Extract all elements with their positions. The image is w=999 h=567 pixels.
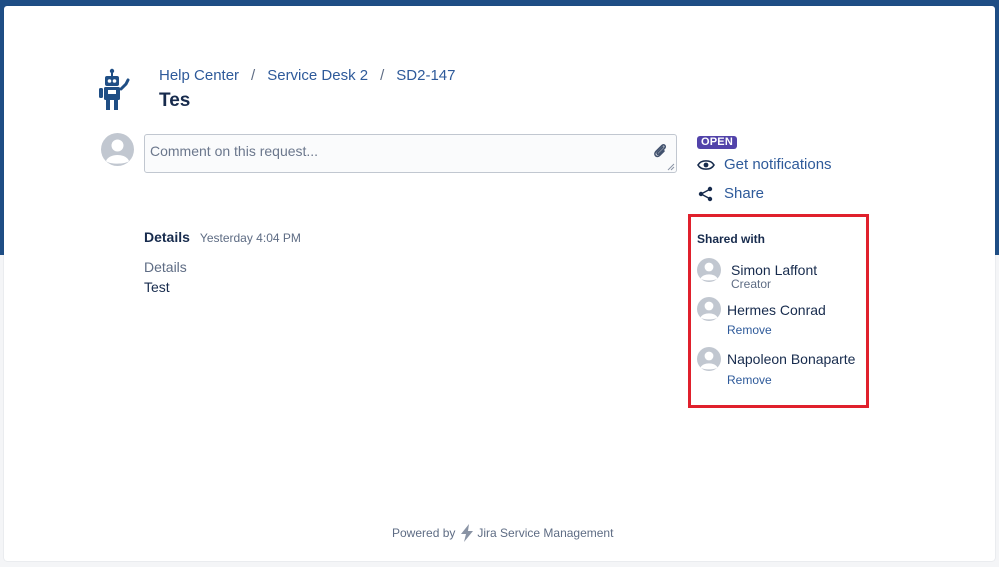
details-header: Details Yesterday 4:04 PM (144, 229, 301, 245)
breadcrumb-separator: / (251, 67, 256, 84)
details-heading: Details (144, 229, 190, 245)
breadcrumb-separator: / (380, 67, 385, 84)
robot-logo-icon (99, 68, 130, 110)
breadcrumb-service-desk[interactable]: Service Desk 2 (267, 67, 368, 84)
remove-person-link[interactable]: Remove (727, 323, 772, 337)
breadcrumb: Help Center / Service Desk 2 / SD2-147 (159, 67, 455, 84)
person-avatar-icon (697, 297, 721, 321)
share-button[interactable]: Share (697, 185, 764, 202)
field-label: Details (144, 259, 187, 275)
share-icon (698, 186, 713, 201)
footer: Powered by Jira Service Management (392, 524, 613, 542)
eye-icon (697, 159, 715, 170)
status-badge: OPEN (697, 136, 737, 149)
get-notifications-label: Get notifications (724, 156, 832, 173)
person-avatar-icon (697, 347, 721, 371)
powered-by-label: Powered by (392, 526, 456, 540)
resize-handle-icon[interactable] (667, 163, 675, 171)
remove-person-link[interactable]: Remove (727, 373, 772, 387)
get-notifications-button[interactable]: Get notifications (697, 156, 832, 173)
person-role: Creator (731, 277, 772, 291)
breadcrumb-help-center[interactable]: Help Center (159, 67, 239, 84)
product-name[interactable]: Jira Service Management (477, 526, 613, 540)
breadcrumb-issue-key[interactable]: SD2-147 (396, 67, 455, 84)
lightning-bolt-icon (461, 524, 474, 542)
field-value: Test (144, 279, 170, 295)
details-timestamp: Yesterday 4:04 PM (199, 231, 301, 245)
comment-placeholder: Comment on this request... (150, 143, 319, 159)
paperclip-icon[interactable] (652, 142, 668, 160)
person-avatar-icon (697, 258, 721, 282)
user-avatar-icon (101, 133, 134, 166)
shared-with-title: Shared with (697, 232, 766, 246)
person-name: Napoleon Bonaparte (727, 351, 856, 367)
person-name: Simon Laffont (731, 262, 818, 278)
page-title: Tes (159, 90, 191, 111)
person-name: Hermes Conrad (727, 302, 826, 318)
share-label: Share (724, 185, 765, 202)
comment-input[interactable]: Comment on this request... (144, 134, 677, 173)
